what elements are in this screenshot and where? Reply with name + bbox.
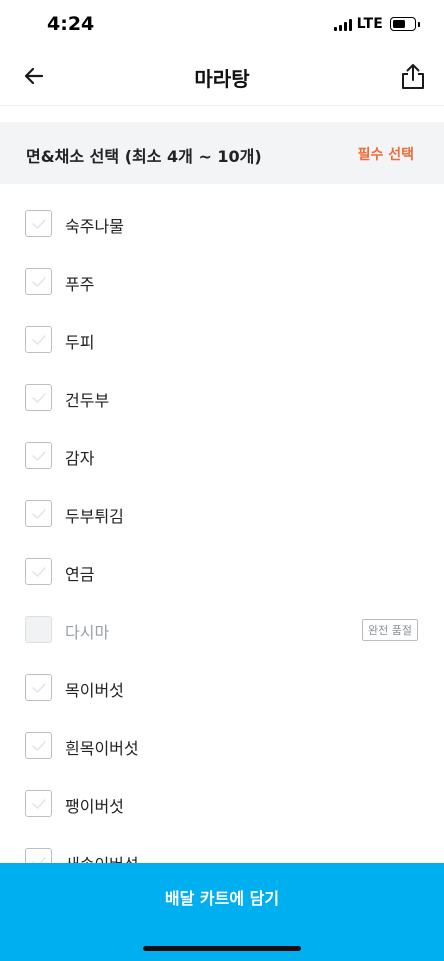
option-checkbox[interactable] (25, 384, 52, 411)
checkmark-icon (32, 509, 46, 519)
sold-out-badge: 완전 품절 (362, 619, 418, 641)
option-label: 두피 (65, 333, 95, 352)
option-label: 연금 (65, 565, 95, 584)
option-checkbox[interactable] (25, 558, 52, 585)
option-label: 건두부 (65, 391, 110, 410)
option-group-title: 면&채소 선택 (최소 4개 ~ 10개) (26, 147, 262, 166)
checkmark-icon (32, 451, 46, 461)
option-checkbox[interactable] (25, 210, 52, 237)
checkmark-icon (32, 335, 46, 345)
checkmark-icon (32, 799, 46, 809)
option-label: 푸주 (65, 275, 95, 294)
option-label: 목이버섯 (65, 681, 124, 700)
status-time: 4:24 (47, 13, 95, 35)
option-row[interactable]: 푸주 (0, 252, 444, 310)
checkmark-icon (32, 277, 46, 287)
add-to-cart-label: 배달 카트에 담기 (164, 889, 280, 908)
option-checkbox[interactable] (25, 790, 52, 817)
status-indicators: LTE (333, 16, 420, 32)
checkmark-icon (32, 683, 46, 693)
option-label: 흰목이버섯 (65, 739, 139, 758)
option-label: 다시마 (65, 623, 110, 642)
option-row[interactable]: 흰목이버섯 (0, 716, 444, 774)
option-checkbox[interactable] (25, 442, 52, 469)
option-checkbox[interactable] (25, 268, 52, 295)
option-row[interactable]: 연금 (0, 542, 444, 600)
option-row[interactable]: 건두부 (0, 368, 444, 426)
checkmark-icon (32, 567, 46, 577)
option-list: 숙주나물푸주두피건두부감자두부튀김연금다시마 완전 품절목이버섯흰목이버섯팽이버섯… (0, 194, 444, 890)
option-label: 팽이버섯 (65, 797, 124, 816)
page-title: 마라탕 (194, 67, 250, 91)
checkmark-icon (32, 741, 46, 751)
option-checkbox[interactable] (25, 326, 52, 353)
nav-bar: 마라탕 (0, 48, 444, 106)
option-label: 숙주나물 (65, 217, 124, 236)
option-checkbox[interactable] (25, 674, 52, 701)
option-label: 두부튀김 (65, 507, 124, 526)
option-row[interactable]: 팽이버섯 (0, 774, 444, 832)
network-label: LTE (356, 16, 383, 32)
option-checkbox[interactable] (25, 500, 52, 527)
option-row[interactable]: 목이버섯 (0, 658, 444, 716)
signal-icon (333, 18, 352, 31)
option-row: 다시마 완전 품절 (0, 600, 444, 658)
checkmark-icon (32, 393, 46, 403)
option-label: 감자 (65, 449, 95, 468)
share-icon[interactable] (400, 62, 426, 90)
option-row[interactable]: 두피 (0, 310, 444, 368)
option-checkbox (25, 616, 52, 643)
option-group-header: 면&채소 선택 (최소 4개 ~ 10개) 필수 선택 (0, 122, 444, 184)
status-bar: 4:24 LTE (0, 0, 444, 48)
option-checkbox[interactable] (25, 732, 52, 759)
checkmark-icon (32, 219, 46, 229)
battery-icon (390, 17, 420, 31)
option-row[interactable]: 감자 (0, 426, 444, 484)
home-indicator (143, 946, 301, 951)
option-row[interactable]: 숙주나물 (0, 194, 444, 252)
required-badge: 필수 선택 (357, 147, 414, 163)
option-row[interactable]: 두부튀김 (0, 484, 444, 542)
